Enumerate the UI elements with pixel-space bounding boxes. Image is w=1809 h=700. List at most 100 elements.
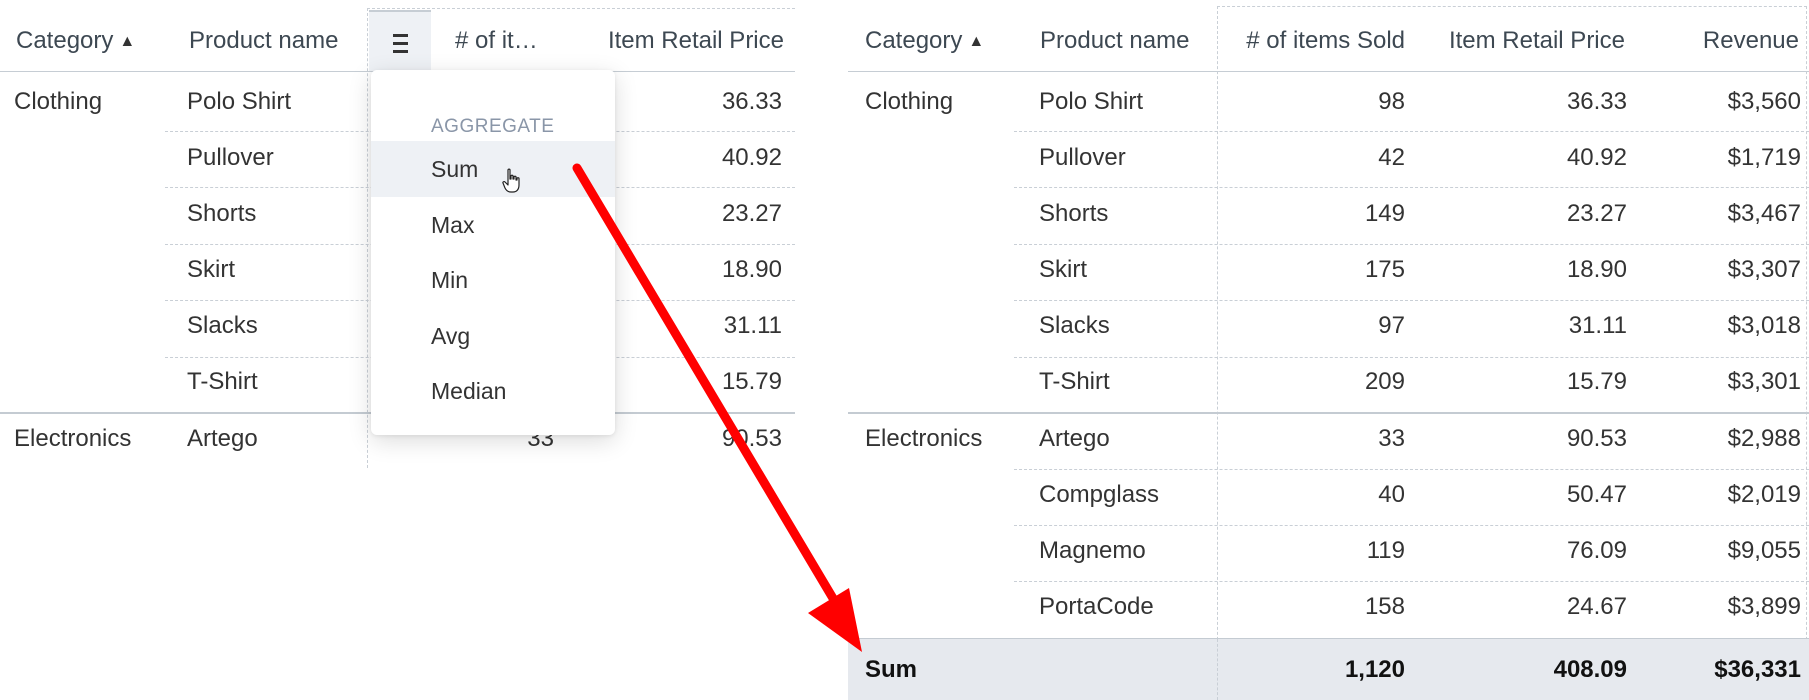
- cell-price: 15.79: [721, 368, 782, 395]
- summary-revenue: $36,331: [1714, 656, 1801, 683]
- cell-product: Skirt: [1039, 256, 1087, 283]
- row-divider: [1014, 357, 1809, 358]
- right-data-grid: Category ▲ Product name # of items Sold I…: [848, 0, 1809, 700]
- cell-revenue: $3,018: [1727, 312, 1801, 339]
- cell-product: Shorts: [1039, 200, 1109, 227]
- cell-items: 97: [1378, 312, 1405, 339]
- cell-product: Artego: [1039, 425, 1110, 452]
- cell-price: 36.33: [721, 88, 782, 115]
- cell-revenue: $9,055: [1727, 537, 1801, 564]
- row-divider: [1014, 300, 1809, 301]
- cell-product: Shorts: [187, 200, 257, 227]
- right-column-divider: [1217, 6, 1218, 700]
- cell-items: 149: [1364, 200, 1405, 227]
- left-header-product[interactable]: Product name: [189, 0, 364, 71]
- cell-price: 23.27: [1566, 200, 1627, 227]
- cell-price: 18.90: [721, 256, 782, 283]
- summary-items: 1,120: [1344, 656, 1405, 683]
- right-header-top-border: [1217, 6, 1807, 7]
- cell-category: Clothing: [865, 88, 954, 115]
- aggregate-menu-title: AGGREGATE: [431, 116, 555, 137]
- menu-item-max[interactable]: Max: [371, 197, 615, 253]
- cell-price: 24.67: [1566, 593, 1627, 620]
- summary-label: Sum: [865, 656, 918, 683]
- row-divider: [1014, 581, 1809, 582]
- right-header-price[interactable]: Item Retail Price: [1428, 0, 1625, 71]
- cell-revenue: $2,019: [1727, 481, 1801, 508]
- cell-price: 31.11: [723, 312, 782, 339]
- row-divider: [1014, 131, 1809, 132]
- cell-items: 119: [1366, 537, 1405, 564]
- cell-product: Magnemo: [1039, 537, 1146, 564]
- cell-price: 40.92: [1566, 144, 1627, 171]
- cell-product: PortaCode: [1039, 593, 1154, 620]
- cell-product: Polo Shirt: [187, 88, 292, 115]
- right-header-product[interactable]: Product name: [1040, 0, 1220, 71]
- group-divider: [848, 412, 1809, 414]
- cell-product: Polo Shirt: [1039, 88, 1144, 115]
- cell-revenue: $2,988: [1727, 425, 1801, 452]
- row-divider: [1014, 244, 1809, 245]
- cell-product: Compglass: [1039, 481, 1160, 508]
- cell-product: Skirt: [187, 256, 235, 283]
- left-header-category[interactable]: Category ▲: [16, 0, 176, 71]
- cell-price: 18.90: [1566, 256, 1627, 283]
- cell-category: Electronics: [14, 425, 132, 452]
- cell-price: 31.11: [1568, 312, 1627, 339]
- summary-row: Sum 1,120 408.09 $36,331: [848, 639, 1809, 700]
- left-header-top-border: [367, 8, 795, 9]
- row-divider: [1014, 469, 1809, 470]
- left-header-price[interactable]: Item Retail Price: [560, 0, 784, 71]
- right-header-revenue[interactable]: Revenue: [1668, 0, 1799, 71]
- right-header-items[interactable]: # of items Sold: [1233, 0, 1405, 71]
- cell-revenue: $3,560: [1727, 88, 1801, 115]
- column-menu-button[interactable]: [369, 10, 431, 71]
- cell-product: Pullover: [1039, 144, 1126, 171]
- cell-items: 158: [1364, 593, 1405, 620]
- right-header-divider: [848, 71, 1809, 72]
- cell-price: 76.09: [1566, 537, 1627, 564]
- cell-product: Slacks: [1039, 312, 1110, 339]
- cell-price: 50.47: [1566, 481, 1627, 508]
- cell-revenue: $3,467: [1727, 200, 1801, 227]
- cell-revenue: $3,301: [1727, 368, 1801, 395]
- menu-item-median[interactable]: Median: [371, 363, 615, 419]
- cell-items: 209: [1364, 368, 1405, 395]
- menu-item-min[interactable]: Min: [371, 252, 615, 308]
- sort-ascending-icon: ▲: [968, 33, 985, 50]
- cell-price: 40.92: [721, 144, 782, 171]
- cell-category: Clothing: [14, 88, 103, 115]
- summary-price: 408.09: [1553, 656, 1627, 683]
- cell-items: 175: [1364, 256, 1405, 283]
- cell-price: 15.79: [1566, 368, 1627, 395]
- cell-price: 90.53: [721, 425, 782, 452]
- menu-item-avg[interactable]: Avg: [371, 308, 615, 364]
- left-grid-header: Category ▲ Product name # of it… Item Ret…: [0, 0, 795, 71]
- cell-revenue: $3,899: [1727, 593, 1801, 620]
- menu-item-sum[interactable]: Sum: [371, 141, 615, 197]
- right-column-divider: [1806, 6, 1807, 700]
- cell-product: T-Shirt: [187, 368, 258, 395]
- summary-column-divider: [1217, 639, 1218, 700]
- cell-price: 36.33: [1566, 88, 1627, 115]
- right-header-category[interactable]: Category ▲: [865, 0, 1025, 71]
- sort-ascending-icon: ▲: [119, 33, 136, 50]
- cell-price: 23.27: [721, 200, 782, 227]
- cell-category: Electronics: [865, 425, 983, 452]
- hand-cursor-icon: [502, 168, 520, 193]
- cell-revenue: $1,719: [1727, 144, 1801, 171]
- cell-product: Artego: [187, 425, 258, 452]
- row-divider: [1014, 525, 1809, 526]
- row-divider: [1014, 187, 1809, 188]
- cell-items: 40: [1378, 481, 1405, 508]
- cell-product: Slacks: [187, 312, 258, 339]
- aggregate-menu: AGGREGATE Sum Max Min Avg Median: [371, 70, 615, 435]
- left-header-items[interactable]: # of it…: [455, 0, 550, 71]
- cell-price: 90.53: [1566, 425, 1627, 452]
- cell-items: 33: [1378, 425, 1405, 452]
- cell-items: 98: [1378, 88, 1405, 115]
- right-grid-header: Category ▲ Product name # of items Sold I…: [848, 0, 1809, 71]
- left-column-divider: [367, 8, 368, 468]
- cell-items: 42: [1378, 144, 1405, 171]
- cell-product: T-Shirt: [1039, 368, 1110, 395]
